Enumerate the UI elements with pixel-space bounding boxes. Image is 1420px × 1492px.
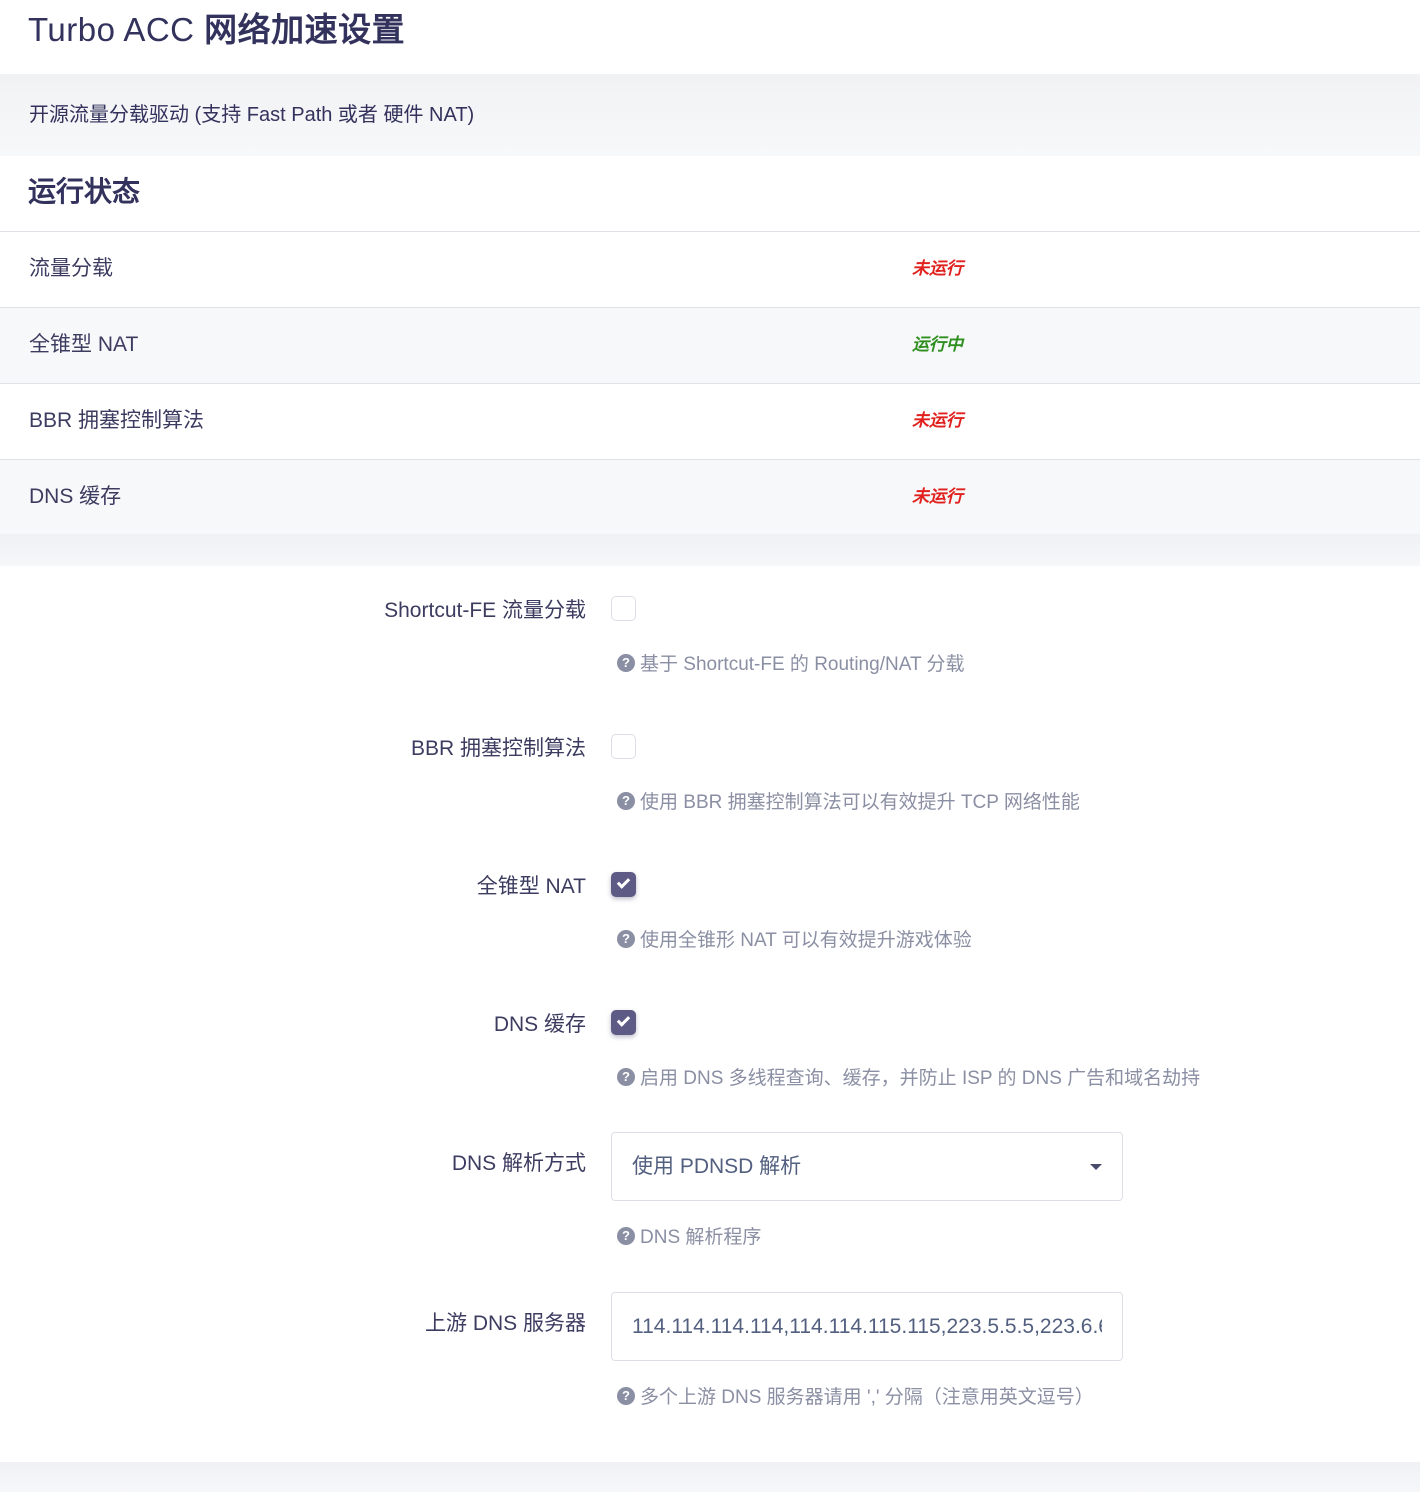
fullcone-help-text: 使用全锥形 NAT 可以有效提升游戏体验 [640,930,972,951]
upstream-dns-label: 上游 DNS 服务器 [424,1312,586,1335]
fullcone-label: 全锥型 NAT [476,875,586,898]
description-text: 开源流量分载驱动 (支持 Fast Path 或者 硬件 NAT) [29,104,475,126]
page-title-zh: 网络加速设置 [204,11,406,48]
status-name: 全锥型 NAT [29,333,139,356]
dns-cache-checkbox[interactable] [611,1010,636,1035]
question-circle-icon: ? [617,791,635,810]
status-row-dns-cache: DNS 缓存 未运行 [0,459,1420,535]
dns-mode-selected-value: 使用 PDNSD 解析 [632,1155,802,1178]
page-title: Turbo ACC 网络加速设置 [28,8,405,52]
bbr-help: ? 使用 BBR 拥塞控制算法可以有效提升 TCP 网络性能 [617,787,1080,814]
sfe-help: ? 基于 Shortcut-FE 的 Routing/NAT 分载 [617,649,965,676]
dns-mode-help-text: DNS 解析程序 [640,1227,762,1248]
upstream-dns-help-text: 多个上游 DNS 服务器请用 ',' 分隔（注意用英文逗号） [640,1387,1094,1408]
status-row-fullcone-nat: 全锥型 NAT 运行中 [0,307,1420,383]
status-badge: 运行中 [912,335,963,354]
dns-cache-help-text: 启用 DNS 多线程查询、缓存，并防止 ISP 的 DNS 广告和域名劫持 [640,1068,1201,1089]
check-icon [616,875,631,889]
status-table: 流量分载 未运行 全锥型 NAT 运行中 BBR 拥塞控制算法 未运行 DNS … [0,231,1420,535]
status-badge: 未运行 [912,487,963,506]
fullcone-checkbox[interactable] [611,872,636,897]
section-divider [0,534,1420,566]
status-row-flow-offload: 流量分载 未运行 [0,231,1420,307]
page-description: 开源流量分载驱动 (支持 Fast Path 或者 硬件 NAT) [0,74,1420,156]
check-icon [616,1013,631,1027]
caret-down-icon [1090,1164,1102,1170]
bottom-divider [0,1462,1420,1492]
dns-mode-label: DNS 解析方式 [451,1152,586,1175]
sfe-label: Shortcut-FE 流量分载 [384,599,586,622]
fullcone-help: ? 使用全锥形 NAT 可以有效提升游戏体验 [617,925,972,952]
question-circle-icon: ? [617,1226,635,1245]
status-row-bbr: BBR 拥塞控制算法 未运行 [0,383,1420,459]
status-name: BBR 拥塞控制算法 [29,409,205,432]
status-badge: 未运行 [912,411,963,430]
sfe-help-text: 基于 Shortcut-FE 的 Routing/NAT 分载 [640,654,965,675]
page-title-en: Turbo ACC [28,11,205,48]
question-circle-icon: ? [617,929,635,948]
question-circle-icon: ? [617,1386,635,1405]
bbr-help-text: 使用 BBR 拥塞控制算法可以有效提升 TCP 网络性能 [640,792,1080,813]
question-circle-icon: ? [617,653,635,672]
upstream-dns-value: 114.114.114.114,114.114.115.115,223.5.5.… [632,1315,1102,1338]
bbr-label: BBR 拥塞控制算法 [410,737,586,760]
dns-mode-help: ? DNS 解析程序 [617,1222,761,1249]
sfe-checkbox[interactable] [611,596,636,621]
dns-cache-help: ? 启用 DNS 多线程查询、缓存，并防止 ISP 的 DNS 广告和域名劫持 [617,1063,1200,1090]
status-section-title: 运行状态 [28,176,141,207]
question-circle-icon: ? [617,1067,635,1086]
status-name: 流量分载 [29,257,113,280]
dns-mode-select[interactable]: 使用 PDNSD 解析 [611,1132,1123,1201]
bbr-checkbox[interactable] [611,734,636,759]
dns-cache-label: DNS 缓存 [493,1013,586,1036]
upstream-dns-input[interactable]: 114.114.114.114,114.114.115.115,223.5.5.… [611,1292,1123,1361]
upstream-dns-help: ? 多个上游 DNS 服务器请用 ',' 分隔（注意用英文逗号） [617,1382,1094,1409]
status-badge: 未运行 [912,259,963,278]
status-name: DNS 缓存 [29,485,122,508]
